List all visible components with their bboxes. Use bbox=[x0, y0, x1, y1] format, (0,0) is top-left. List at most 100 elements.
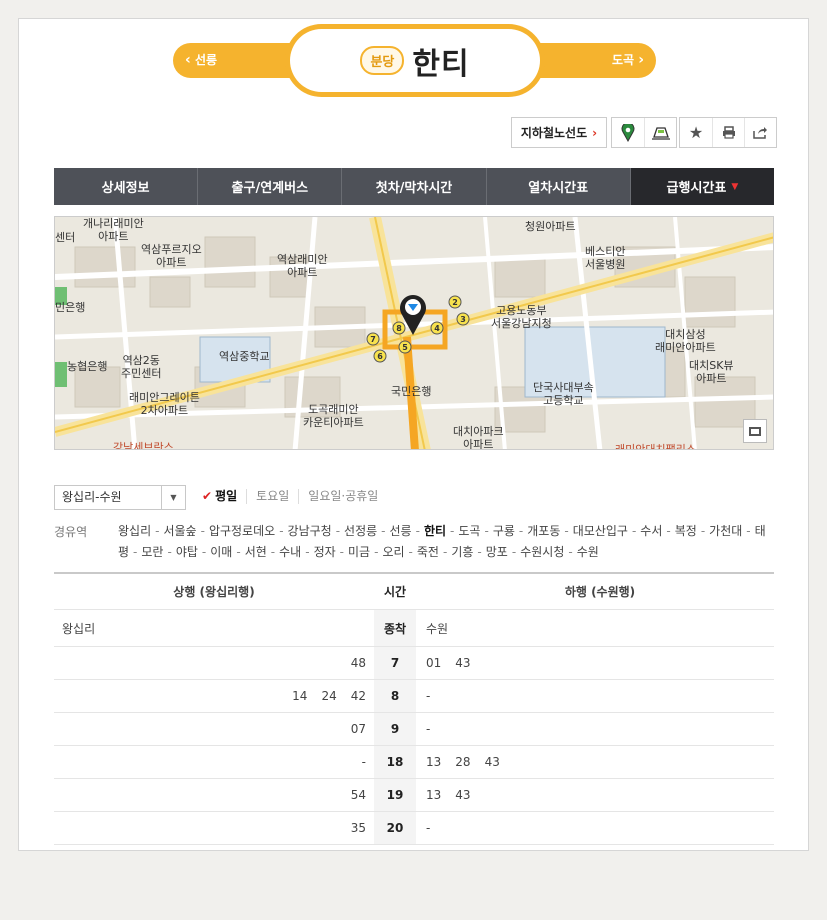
via-station[interactable]: 서울숲 bbox=[163, 524, 196, 538]
via-separator: - bbox=[511, 545, 517, 559]
hour-cell: 19 bbox=[374, 779, 416, 811]
via-separator: - bbox=[279, 524, 284, 538]
table-row: 35 20- bbox=[54, 812, 774, 845]
via-station[interactable]: 선릉 bbox=[390, 524, 412, 538]
tab-exits-bus[interactable]: 출구/연계버스 bbox=[198, 168, 343, 205]
chevron-down-icon: ▼ bbox=[161, 486, 185, 509]
via-station[interactable]: 가천대 bbox=[709, 524, 742, 538]
check-icon: ✔ bbox=[202, 489, 213, 503]
table-row: 54 19 13 43 bbox=[54, 779, 774, 812]
via-station[interactable]: 강남구청 bbox=[288, 524, 332, 538]
direction-value: 왕십리-수원 bbox=[62, 490, 122, 504]
next-station-label: 도곡 bbox=[611, 53, 635, 67]
tab-label: 급행시간표 bbox=[666, 181, 727, 196]
exit-5: 5 bbox=[398, 340, 412, 354]
via-station[interactable]: 대모산입구 bbox=[573, 524, 628, 538]
table-row: -18 13 28 43 bbox=[54, 746, 774, 779]
via-station[interactable]: 수서 bbox=[640, 524, 662, 538]
via-station[interactable]: 오리 bbox=[382, 545, 404, 559]
tab-label: 첫차/막차시간 bbox=[375, 181, 453, 196]
via-separator: - bbox=[442, 545, 448, 559]
timetable-body: 48 7 01 43 14 24 42 8-07 9- -18 13 28 43 54 19 13 43 35 20… bbox=[54, 647, 774, 845]
svg-text:4: 4 bbox=[434, 324, 440, 333]
via-separator: - bbox=[568, 545, 573, 559]
next-station-button[interactable]: 도곡 › bbox=[612, 43, 644, 78]
via-separator: - bbox=[335, 524, 341, 538]
down-minutes: 13 43 bbox=[426, 788, 471, 802]
exit-7: 7 bbox=[366, 332, 380, 346]
via-station[interactable]: 압구정로데오 bbox=[209, 524, 275, 538]
tab-first-last-train[interactable]: 첫차/막차시간 bbox=[342, 168, 487, 205]
via-station[interactable]: 망포 bbox=[486, 545, 508, 559]
exit-2: 2 bbox=[448, 295, 462, 309]
via-separator: - bbox=[339, 545, 345, 559]
day-tab-label: 평일 bbox=[215, 489, 238, 503]
station-name: 한티 bbox=[412, 46, 470, 82]
down-terminal: 수원 bbox=[426, 621, 449, 636]
via-separator: - bbox=[201, 545, 207, 559]
day-tab-holiday[interactable]: 일요일·공휴일 bbox=[298, 489, 387, 504]
via-separator: - bbox=[518, 524, 524, 538]
via-station[interactable]: 수원시청 bbox=[520, 545, 564, 559]
subway-map-button[interactable]: 지하철노선도 › bbox=[511, 117, 607, 148]
prev-station-button[interactable]: ‹ 선릉 bbox=[185, 43, 217, 78]
via-separator: - bbox=[167, 545, 172, 559]
via-station[interactable]: 왕십리 bbox=[118, 524, 151, 538]
exit-8: 8 bbox=[392, 321, 406, 335]
svg-text:6: 6 bbox=[377, 352, 383, 361]
exit-6: 6 bbox=[373, 349, 387, 363]
day-tab-weekday[interactable]: ✔ 평일 bbox=[202, 489, 246, 504]
train-icon bbox=[651, 126, 670, 140]
via-station[interactable]: 수내 bbox=[279, 545, 301, 559]
share-button[interactable] bbox=[744, 118, 776, 147]
via-separator: - bbox=[746, 524, 751, 538]
down-minutes: - bbox=[426, 821, 431, 835]
svg-text:2: 2 bbox=[452, 298, 458, 307]
map-pin-button[interactable] bbox=[612, 118, 644, 147]
toolbar: 지하철노선도 › ★ bbox=[511, 117, 777, 148]
exit-4: 4 bbox=[430, 321, 444, 335]
station-title-pill: 분당 한티 bbox=[285, 24, 545, 97]
via-separator: - bbox=[477, 545, 482, 559]
via-station[interactable]: 모란 bbox=[141, 545, 163, 559]
via-separator: - bbox=[155, 524, 160, 538]
via-station[interactable]: 개포동 bbox=[527, 524, 560, 538]
table-row: 48 7 01 43 bbox=[54, 647, 774, 680]
day-tab-saturday[interactable]: 토요일 bbox=[246, 489, 298, 504]
via-station[interactable]: 미금 bbox=[348, 545, 370, 559]
hour-cell: 9 bbox=[374, 713, 416, 745]
via-station[interactable]: 죽전 bbox=[417, 545, 439, 559]
map-expand-button[interactable] bbox=[743, 419, 767, 443]
via-station[interactable]: 정자 bbox=[314, 545, 336, 559]
up-minutes: - bbox=[361, 755, 366, 769]
station-info-tabs: 상세정보 출구/연계버스 첫차/막차시간 열차시간표 급행시간표 ▼ bbox=[54, 168, 775, 205]
via-station[interactable]: 서현 bbox=[245, 545, 267, 559]
train-view-button[interactable] bbox=[644, 118, 676, 147]
tab-detail[interactable]: 상세정보 bbox=[54, 168, 199, 205]
via-separator: - bbox=[484, 524, 489, 538]
svg-text:3: 3 bbox=[460, 315, 466, 324]
via-station[interactable]: 이매 bbox=[210, 545, 232, 559]
via-station[interactable]: 선정릉 bbox=[344, 524, 377, 538]
via-separator: - bbox=[374, 545, 379, 559]
via-station[interactable]: 야탑 bbox=[176, 545, 198, 559]
tab-train-timetable[interactable]: 열차시간표 bbox=[486, 168, 631, 205]
via-stations-label: 경유역 bbox=[54, 525, 88, 539]
via-station[interactable]: 수원 bbox=[577, 545, 599, 559]
down-minutes: - bbox=[426, 689, 431, 703]
direction-select[interactable]: 왕십리-수원 ▼ bbox=[54, 485, 186, 510]
print-button[interactable] bbox=[712, 118, 744, 147]
station-map[interactable]: 2 3 4 5 6 7 8 개나리래미안 아파트 센터 역삼푸르지오 아파트 역삼래… bbox=[54, 216, 774, 450]
expand-icon bbox=[749, 426, 761, 436]
via-station[interactable]: 한티 bbox=[424, 524, 446, 538]
via-station[interactable]: 도곡 bbox=[458, 524, 480, 538]
via-station[interactable]: 복정 bbox=[675, 524, 697, 538]
up-direction-header: 상행 (왕십리행) bbox=[173, 585, 255, 599]
via-separator: - bbox=[415, 524, 420, 538]
via-separator: - bbox=[270, 545, 276, 559]
via-station[interactable]: 구룡 bbox=[493, 524, 515, 538]
via-separator: - bbox=[666, 524, 671, 538]
via-station[interactable]: 기흥 bbox=[451, 545, 473, 559]
tab-express-timetable[interactable]: 급행시간표 ▼ bbox=[630, 168, 775, 205]
favorite-button[interactable]: ★ bbox=[680, 118, 712, 147]
